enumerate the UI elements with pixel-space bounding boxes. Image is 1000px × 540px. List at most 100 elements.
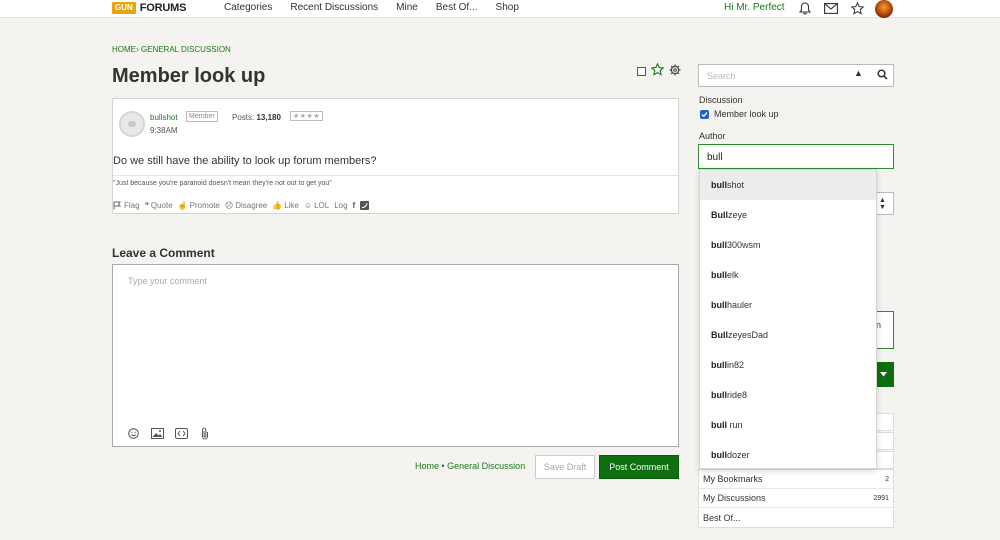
flag-action[interactable]: Flag [113, 201, 140, 210]
rest-text: zeye [728, 210, 748, 220]
rest-text: hauler [727, 300, 753, 310]
author-avatar[interactable] [119, 111, 145, 137]
lol-icon: ☺ [303, 201, 313, 210]
attachment-icon[interactable] [198, 426, 212, 440]
breadcrumb[interactable]: HOME› GENERAL DISCUSSION [112, 45, 231, 54]
author-label: Author [699, 131, 726, 141]
match-text: bull [711, 180, 727, 190]
bell-icon[interactable] [797, 0, 813, 16]
search-placeholder: Search [707, 71, 736, 81]
discussion-post: bullshot Member Posts: 13,180 ★★★★ 9:38A… [112, 98, 679, 214]
discussion-checkbox[interactable] [700, 110, 709, 119]
autocomplete-item[interactable]: Bull zeye [700, 200, 876, 230]
sidebar-item-label: My Bookmarks [703, 474, 763, 484]
post-time[interactable]: 9:38AM [150, 126, 178, 135]
author-input-value: bull [707, 152, 723, 163]
rest-text: in82 [727, 360, 745, 370]
rest-text: ride8 [727, 390, 748, 400]
match-text: Bull [711, 330, 728, 340]
autocomplete-item[interactable]: bull 300wsm [700, 230, 876, 260]
autocomplete-item[interactable]: bull shot [700, 170, 876, 200]
promote-action[interactable]: ☝ Promote [178, 201, 220, 210]
save-draft-button[interactable]: Save Draft [535, 455, 595, 479]
page-title: Member look up [112, 65, 266, 87]
select-checkbox[interactable] [637, 66, 646, 76]
comment-editor[interactable]: Type your comment [112, 264, 679, 447]
post-body: Do we still have the ability to look up … [113, 155, 377, 167]
rest-text: 300wsm [727, 240, 761, 250]
post-signature: "Just because you're paranoid doesn't me… [113, 175, 678, 187]
discussion-label: Discussion [699, 95, 743, 105]
sidebar-item-label: My Discussions [703, 493, 766, 503]
quote-action[interactable]: ❝ Quote [145, 201, 173, 210]
quote-label: Quote [150, 201, 173, 210]
discussion-checkbox-label[interactable]: Member look up [714, 109, 779, 119]
match-text: bull [711, 270, 727, 280]
nav-best-of[interactable]: Best Of... [436, 2, 478, 13]
role-badge: Member [186, 111, 218, 122]
logo-badge: GUN [112, 2, 136, 14]
post-count-label: Posts: [232, 113, 255, 122]
autocomplete-item[interactable]: bull hauler [700, 290, 876, 320]
twitter-icon[interactable] [360, 201, 370, 210]
bookmark-star-icon[interactable] [650, 62, 665, 79]
nav-shop[interactable]: Shop [496, 2, 519, 13]
rest-text: zeyesDad [728, 330, 769, 340]
match-text: bull [711, 240, 727, 250]
sidebar-item-label: Best Of... [703, 512, 741, 523]
autocomplete-item[interactable]: bull in82 [700, 350, 876, 380]
select-arrows-icon: ▲ ▼ [879, 196, 886, 211]
top-nav: Categories Recent Discussions Mine Best … [224, 2, 519, 13]
comment-placeholder: Type your comment [128, 276, 208, 286]
like-icon: 👍 [272, 201, 283, 210]
logo-text: FORUMS [139, 2, 187, 14]
nav-mine[interactable]: Mine [396, 2, 418, 13]
author-name[interactable]: bullshot [150, 113, 178, 122]
rest-text: shot [727, 180, 745, 190]
gear-icon[interactable] [669, 64, 681, 79]
user-avatar[interactable] [875, 0, 893, 18]
flag-label: Flag [124, 201, 140, 210]
nav-categories[interactable]: Categories [224, 2, 272, 13]
editor-toolbar [126, 426, 212, 440]
author-input[interactable]: bull [698, 144, 894, 169]
emoji-icon[interactable] [126, 426, 140, 440]
sidebar-item-my-discussions[interactable]: My Discussions 2991 [699, 489, 893, 508]
like-action[interactable]: 👍 Like [272, 201, 299, 210]
image-icon[interactable] [150, 426, 164, 440]
autocomplete-item[interactable]: Bull zeyesDad [700, 320, 876, 350]
discussion-tools [637, 62, 681, 79]
flag-icon [113, 201, 121, 210]
autocomplete-item[interactable]: bull run [700, 410, 876, 440]
post-comment-button[interactable]: Post Comment [599, 455, 679, 479]
facebook-icon[interactable]: f [353, 201, 356, 210]
sidebar-item-count: 2 [885, 475, 889, 483]
match-text: bull [711, 450, 727, 460]
lol-action[interactable]: ☺ LOL [304, 201, 329, 210]
promote-icon: ☝ [177, 201, 188, 210]
top-bar: GUN FORUMS Categories Recent Discussions… [0, 0, 1000, 18]
sidebar-item-best-of[interactable]: Best Of... [699, 508, 893, 527]
disagree-action[interactable]: ☹ Disagree [225, 201, 267, 210]
log-action[interactable]: Log [334, 201, 347, 210]
footer-breadcrumb[interactable]: Home • General Discussion [415, 461, 525, 471]
sidebar-item-count: 2991 [873, 494, 889, 502]
sidebar-item-my-bookmarks[interactable]: My Bookmarks 2 [699, 470, 893, 489]
caret-up-icon[interactable]: ▲ [854, 68, 863, 78]
disagree-icon: ☹ [224, 201, 234, 210]
code-icon[interactable] [174, 426, 188, 440]
star-icon[interactable] [849, 0, 865, 16]
search-icon[interactable] [877, 69, 888, 83]
sidebar-links: My Bookmarks 2 My Discussions 2991 Best … [698, 469, 894, 528]
match-text: bull [711, 300, 727, 310]
checkmark-icon [701, 112, 708, 118]
autocomplete-item[interactable]: bull ride8 [700, 380, 876, 410]
site-logo[interactable]: GUN FORUMS [112, 0, 186, 16]
user-greeting[interactable]: Hi Mr. Perfect [724, 2, 785, 13]
mail-icon[interactable] [823, 0, 839, 16]
nav-recent-discussions[interactable]: Recent Discussions [290, 2, 378, 13]
quote-icon: ❝ [144, 201, 149, 210]
search-input[interactable]: Search ▲ [698, 64, 894, 87]
autocomplete-item[interactable]: bull elk [700, 260, 876, 290]
autocomplete-item[interactable]: bull dozer [700, 440, 876, 470]
